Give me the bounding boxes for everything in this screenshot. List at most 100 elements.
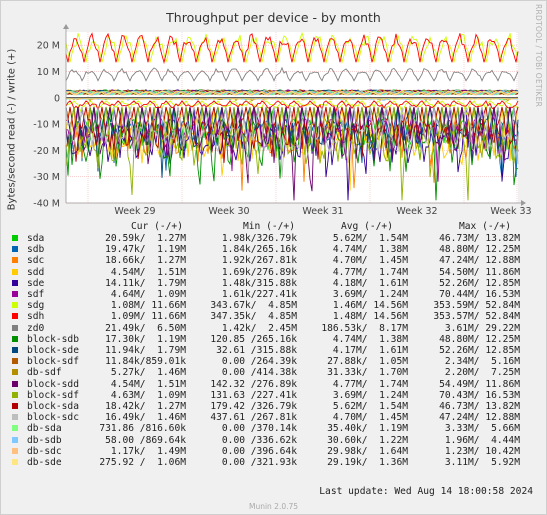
legend-avg-value: 4.77M/ 1.74M bbox=[327, 378, 408, 390]
legend-row: sde 14.11k/ 1.79M 1.48k/315.88k 4.18M/ 1… bbox=[12, 278, 537, 289]
legend-row: zd0 21.49k/ 6.50M 1.42k/ 2.45M 186.53k/ … bbox=[12, 323, 537, 334]
legend-cur-value: 11.94k/ 1.79M bbox=[99, 345, 186, 356]
legend-column-header: Max (-/+) bbox=[459, 221, 511, 232]
legend-row: db-sdf 5.27k/ 1.46M 0.00 /414.38k 31.33k… bbox=[12, 367, 537, 378]
legend-avg-value: 4.77M/ 1.74M bbox=[327, 266, 408, 278]
legend-max-value: 3.61M/ 29.22M bbox=[439, 322, 520, 334]
legend-series-name: zd0 bbox=[27, 322, 45, 334]
legend-min-value: 437.61 /267.81k bbox=[204, 412, 297, 424]
legend-max-value: 46.73M/ 13.82M bbox=[433, 233, 520, 244]
legend-max-value: 3.11M/ 5.92M bbox=[439, 457, 520, 468]
legend-row: db-sdb 58.00 /869.64k 0.00 /336.62k 30.6… bbox=[12, 435, 537, 446]
legend-series-name: db-sdb bbox=[27, 434, 62, 446]
legend-cur-value: 4.63M/ 1.09M bbox=[105, 389, 186, 401]
legend-cur-value: 14.11k/ 1.79M bbox=[99, 277, 186, 289]
legend-cur-value: 20.59k/ 1.27M bbox=[99, 233, 186, 244]
legend-swatch bbox=[12, 335, 18, 342]
legend-min-value: 120.85 /265.16k bbox=[204, 333, 297, 345]
legend-series-name: sdf bbox=[27, 289, 45, 300]
legend-min-value: 1.42k/ 2.45M bbox=[216, 322, 297, 334]
legend-series-name: block-sde bbox=[27, 345, 79, 356]
munin-version: Munin 2.0.75 bbox=[248, 502, 299, 511]
legend-cur-value: 16.49k/ 1.46M bbox=[99, 412, 186, 424]
legend-avg-value: 1.46M/ 14.56M bbox=[327, 300, 408, 312]
legend-avg-value: 35.40k/ 1.19M bbox=[321, 423, 408, 435]
legend-row: sdg 1.08M/ 11.66M 343.67k/ 4.85M 1.46M/ … bbox=[12, 300, 537, 311]
legend-avg-value: 4.70M/ 1.45M bbox=[327, 255, 408, 267]
legend-min-value: 1.69k/276.89k bbox=[216, 266, 297, 278]
x-tick-label: Week 33 bbox=[490, 206, 531, 215]
legend-series-name: sdg bbox=[27, 300, 45, 312]
legend-avg-value: 3.69M/ 1.24M bbox=[327, 289, 408, 300]
legend-swatch bbox=[12, 347, 18, 353]
legend-row: block-sdf 4.63M/ 1.09M 131.63 /227.41k 3… bbox=[12, 390, 537, 401]
legend-swatch bbox=[12, 235, 18, 241]
legend-cur-value: 275.92 / 1.06M bbox=[93, 457, 186, 468]
legend-swatch bbox=[12, 380, 18, 387]
legend-max-value: 70.44M/ 16.53M bbox=[433, 289, 520, 300]
legend-cur-value: 731.86 /816.60k bbox=[93, 423, 186, 435]
y-axis-arrow bbox=[63, 24, 69, 29]
y-tick-label: 10 M bbox=[37, 67, 60, 78]
legend-max-value: 2.34M/ 5.16M bbox=[439, 356, 520, 368]
legend-series-name: sda bbox=[27, 233, 45, 244]
legend-series-name: db-sda bbox=[27, 423, 62, 435]
legend-row: db-sde 275.92 / 1.06M 0.00 /321.93k 29.1… bbox=[12, 457, 537, 468]
legend-row: sdf 4.64M/ 1.09M 1.61k/227.41k 3.69M/ 1.… bbox=[12, 289, 537, 300]
legend-max-value: 70.43M/ 16.53M bbox=[433, 389, 520, 401]
legend-swatch bbox=[12, 257, 18, 264]
legend-max-value: 353.57M/ 52.84M bbox=[427, 311, 520, 323]
legend-row: sdh 1.09M/ 11.66M 347.35k/ 4.85M 1.48M/ … bbox=[12, 311, 537, 322]
y-tick-label: -40 M bbox=[33, 199, 60, 210]
legend-cur-value: 58.00 /869.64k bbox=[99, 434, 186, 446]
legend-min-value: 32.61 /315.88k bbox=[210, 345, 297, 356]
legend-row: sdc 18.66k/ 1.27M 1.92k/267.81k 4.70M/ 1… bbox=[12, 255, 537, 266]
legend-min-value: 0.00 /264.39k bbox=[216, 356, 297, 368]
throughput-chart: 20 M 10 M 0 -10 M -20 M -30 M -40 M Week 29 Week… bbox=[33, 24, 532, 215]
legend-swatch bbox=[12, 246, 18, 253]
legend-cur-value: 5.27k/ 1.46M bbox=[105, 367, 186, 379]
legend-row: db-sdc 1.17k/ 1.49M 0.00 /396.64k 29.98k… bbox=[12, 446, 537, 457]
legend-swatch bbox=[12, 291, 18, 297]
legend-min-value: 179.42 /326.79k bbox=[204, 401, 297, 412]
legend-swatch bbox=[12, 313, 18, 320]
legend-row: block-sdb 17.30k/ 1.19M 120.85 /265.16k … bbox=[12, 334, 537, 345]
legend-row: block-sde 11.94k/ 1.79M 32.61 /315.88k 4… bbox=[12, 345, 537, 356]
legend-max-value: 48.80M/ 12.25M bbox=[433, 244, 520, 256]
legend-series-name: block-sdc bbox=[27, 412, 79, 424]
legend-cur-value: 1.08M/ 11.66M bbox=[105, 300, 186, 312]
legend-cur-value: 17.30k/ 1.19M bbox=[99, 333, 186, 345]
legend-row: block-sda 18.42k/ 1.27M 179.42 /326.79k … bbox=[12, 401, 537, 412]
legend-swatch bbox=[12, 302, 18, 309]
legend-swatch bbox=[12, 324, 18, 331]
legend-min-value: 1.61k/227.41k bbox=[216, 289, 297, 300]
legend-avg-value: 4.17M/ 1.61M bbox=[327, 345, 408, 356]
legend-series-name: db-sdf bbox=[27, 367, 62, 379]
legend-max-value: 2.20M/ 7.25M bbox=[439, 367, 520, 379]
legend-series-name: sdb bbox=[27, 244, 45, 256]
legend-avg-value: 3.69M/ 1.24M bbox=[327, 389, 408, 401]
legend-series-name: sdd bbox=[27, 266, 45, 278]
legend-min-value: 347.35k/ 4.85M bbox=[204, 311, 297, 323]
legend-max-value: 353.59M/ 52.84M bbox=[427, 300, 520, 312]
legend-min-value: 1.84k/265.16k bbox=[216, 244, 297, 256]
legend-max-value: 47.24M/ 12.88M bbox=[433, 412, 520, 424]
legend-row: sda 20.59k/ 1.27M 1.98k/326.79k 5.62M/ 1… bbox=[12, 233, 537, 244]
legend-avg-value: 4.74M/ 1.38M bbox=[327, 333, 408, 345]
legend-avg-value: 5.62M/ 1.54M bbox=[327, 401, 408, 412]
legend-max-value: 54.49M/ 11.86M bbox=[433, 378, 520, 390]
legend-cur-value: 18.66k/ 1.27M bbox=[99, 255, 186, 267]
x-tick-label: Week 30 bbox=[208, 206, 249, 215]
legend-min-value: 0.00 /321.93k bbox=[216, 457, 297, 468]
legend-min-value: 142.32 /276.89k bbox=[204, 378, 297, 390]
legend-series-name: block-sda bbox=[27, 401, 79, 412]
legend-column-header: Min (-/+) bbox=[243, 221, 295, 232]
legend-cur-value: 18.42k/ 1.27M bbox=[99, 401, 186, 412]
legend-min-value: 1.92k/267.81k bbox=[216, 255, 297, 267]
legend-min-value: 0.00 /336.62k bbox=[216, 434, 297, 446]
legend-avg-value: 186.53k/ 8.17M bbox=[315, 322, 408, 334]
legend-min-value: 0.00 /414.38k bbox=[216, 367, 297, 379]
legend-max-value: 47.24M/ 12.88M bbox=[433, 255, 520, 267]
legend-cur-value: 4.54M/ 1.51M bbox=[105, 378, 186, 390]
legend-row: sdb 19.47k/ 1.19M 1.84k/265.16k 4.74M/ 1… bbox=[12, 244, 537, 255]
